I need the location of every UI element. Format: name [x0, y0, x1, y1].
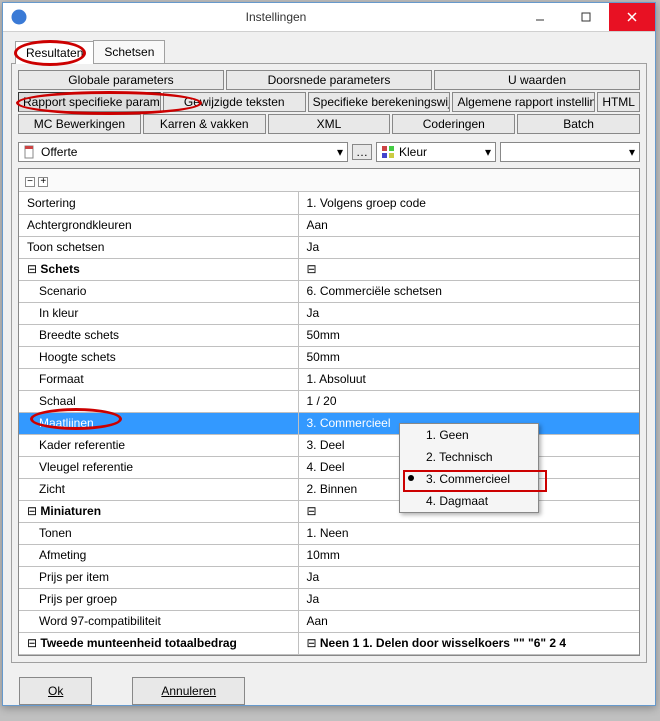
toolbar-btn-mc-bewerkingen[interactable]: MC Bewerkingen: [18, 114, 141, 134]
window-title: Instellingen: [35, 10, 517, 24]
chevron-down-icon: ▾: [629, 145, 635, 159]
grid-row[interactable]: Word 97-compatibiliteitAan: [19, 610, 639, 632]
kleur-select-value: Kleur: [399, 145, 427, 159]
grid-row[interactable]: Zicht2. Binnen: [19, 478, 639, 500]
minimize-button[interactable]: [517, 3, 563, 31]
toolbar-btn-karren-vakken[interactable]: Karren & vakken: [143, 114, 266, 134]
grid-row[interactable]: Toon schetsenJa: [19, 236, 639, 258]
grid-row[interactable]: Formaat1. Absoluut: [19, 368, 639, 390]
property-grid: − + Sortering1. Volgens groep codeAchter…: [18, 168, 640, 656]
toolbar-btn-specifieke-berekeningswijzen[interactable]: Specifieke berekeningswijzen: [308, 92, 451, 112]
toolbar-btn-u-waarden[interactable]: U waarden: [434, 70, 640, 90]
toolbar-btn-algemene-rapport-instellingen[interactable]: Algemene rapport instellingen: [452, 92, 595, 112]
grid-row[interactable]: In kleurJa: [19, 302, 639, 324]
window-controls: [517, 3, 655, 31]
grid-row[interactable]: Scenario6. Commerciële schetsen: [19, 280, 639, 302]
grid-row[interactable]: Kader referentie3. Deel: [19, 434, 639, 456]
toolbar-btn-rapport-specifieke-parameters[interactable]: Rapport specifieke parameters: [18, 92, 161, 112]
menu-item[interactable]: 3. Commercieel: [400, 468, 538, 490]
toolbar-btn-globale-parameters[interactable]: Globale parameters: [18, 70, 224, 90]
menu-item[interactable]: 4. Dagmaat: [400, 490, 538, 512]
grid-header[interactable]: − +: [19, 169, 639, 192]
grid-row[interactable]: Tonen1. Neen: [19, 522, 639, 544]
grid-row[interactable]: Prijs per itemJa: [19, 566, 639, 588]
grid-row[interactable]: AchtergrondkleurenAan: [19, 214, 639, 236]
toolbar-btn-gewijzigde-teksten[interactable]: Gewijzigde teksten: [163, 92, 306, 112]
tab-resultaten[interactable]: Resultaten: [15, 41, 94, 64]
grid-row[interactable]: Tweede munteenheid totaalbedragNeen 1 1.…: [19, 632, 639, 654]
toolbar-btn-batch[interactable]: Batch: [517, 114, 640, 134]
chevron-down-icon: ▾: [485, 145, 491, 159]
grid-row[interactable]: Sortering1. Volgens groep code: [19, 192, 639, 214]
toolbar-btn-doorsnede-parameters[interactable]: Doorsnede parameters: [226, 70, 432, 90]
toolbar: Globale parametersDoorsnede parametersU …: [18, 70, 640, 136]
grid-row[interactable]: Breedte schets50mm: [19, 324, 639, 346]
grid-body[interactable]: Sortering1. Volgens groep codeAchtergron…: [19, 192, 639, 655]
ok-button[interactable]: Ok: [19, 677, 92, 705]
titlebar: Instellingen: [3, 3, 655, 32]
chevron-down-icon: ▾: [337, 145, 343, 159]
context-menu: 1. Geen2. Technisch3. Commercieel4. Dagm…: [399, 423, 539, 513]
grid-row[interactable]: Schets: [19, 258, 639, 280]
maximize-button[interactable]: [563, 3, 609, 31]
more-button[interactable]: …: [352, 144, 372, 160]
doc-icon: [23, 145, 37, 159]
tab-schetsen[interactable]: Schetsen: [93, 40, 165, 63]
expand-all-icon[interactable]: +: [38, 177, 48, 187]
grid-row[interactable]: Schaal1 / 20: [19, 390, 639, 412]
app-icon: [9, 7, 29, 27]
palette-icon: [381, 145, 395, 159]
cancel-button[interactable]: Annuleren: [132, 677, 245, 705]
report-select[interactable]: Offerte ▾: [18, 142, 348, 162]
settings-window: Instellingen ResultatenSchetsen Globale …: [2, 2, 656, 706]
client-area: ResultatenSchetsen Globale parametersDoo…: [3, 32, 655, 721]
toolbar-btn-coderingen[interactable]: Coderingen: [392, 114, 515, 134]
grid-row[interactable]: Maatlijnen3. Commercieel: [19, 412, 639, 434]
grid-row[interactable]: Afmeting10mm: [19, 544, 639, 566]
extra-select[interactable]: ▾: [500, 142, 640, 162]
main-tabs: ResultatenSchetsen: [11, 40, 647, 63]
kleur-select[interactable]: Kleur ▾: [376, 142, 496, 162]
report-select-value: Offerte: [41, 145, 77, 159]
menu-item[interactable]: 1. Geen: [400, 424, 538, 446]
dialog-buttons: Ok Annuleren: [11, 663, 647, 713]
toolbar-btn-xml[interactable]: XML: [268, 114, 391, 134]
toolbar-btn-html[interactable]: HTML: [597, 92, 640, 112]
tab-content: Globale parametersDoorsnede parametersU …: [11, 63, 647, 663]
grid-row[interactable]: Hoogte schets50mm: [19, 346, 639, 368]
grid-row[interactable]: Miniaturen: [19, 500, 639, 522]
collapse-all-icon[interactable]: −: [25, 177, 35, 187]
combo-row: Offerte ▾ … Kleur ▾ ▾: [18, 142, 640, 162]
close-button[interactable]: [609, 3, 655, 31]
grid-row[interactable]: Prijs per groepJa: [19, 588, 639, 610]
menu-item[interactable]: 2. Technisch: [400, 446, 538, 468]
grid-row[interactable]: Vleugel referentie4. Deel: [19, 456, 639, 478]
